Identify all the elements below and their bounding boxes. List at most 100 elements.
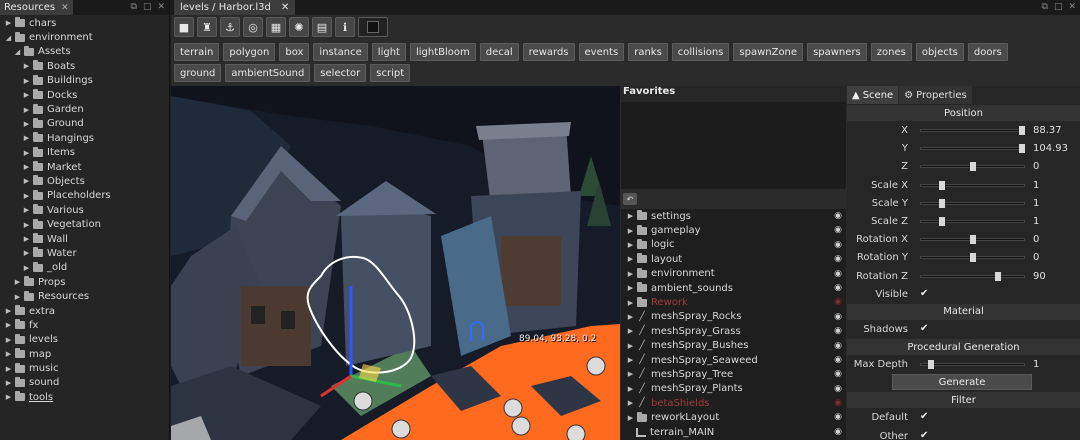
tree-item[interactable]: ▶ Market [0,160,169,174]
collapsed-arrow-icon[interactable]: ▶ [22,106,31,114]
property-value[interactable]: 90 [1033,271,1046,282]
slider-knob[interactable] [969,253,976,263]
category-button-zones[interactable]: zones [870,43,912,61]
camera-icon[interactable]: ■ [174,17,194,37]
collapsed-arrow-icon[interactable]: ▶ [626,342,635,350]
eye-icon[interactable]: ◉ [834,341,842,351]
anchor-icon[interactable]: ⚓ [220,17,240,37]
slider-knob[interactable] [1018,144,1025,154]
collapsed-arrow-icon[interactable]: ▶ [626,399,635,407]
category-button-script[interactable]: script [370,64,411,82]
layer-row[interactable]: ▶ ╱ meshSpray_Bushes ◉ [621,339,846,353]
generate-button[interactable]: Generate [892,374,1032,391]
map-icon[interactable]: ▤ [312,17,332,37]
tree-item[interactable]: ◢ environment [0,30,169,44]
detach-icon[interactable]: ⧉ [1042,2,1048,12]
eye-icon[interactable]: ◉ [834,427,842,437]
eye-icon[interactable]: ◉ [834,211,842,221]
undo-icon[interactable]: ↶ [623,193,637,205]
eye-icon[interactable]: ◉ [834,326,842,336]
category-button-spawnZone[interactable]: spawnZone [733,43,804,61]
max-depth-value[interactable]: 1 [1033,359,1039,370]
collapsed-arrow-icon[interactable]: ▶ [22,249,31,257]
tab-resources[interactable]: Resources ✕ [0,0,73,15]
property-slider[interactable] [920,180,1025,190]
collapsed-arrow-icon[interactable]: ▶ [4,365,13,373]
tree-item[interactable]: ▶ Ground [0,117,169,131]
shadows-checkbox[interactable]: ✔ [920,323,928,334]
eye-icon[interactable]: ◉ [834,240,842,250]
tree-item[interactable]: ▶ Garden [0,102,169,116]
category-button-light[interactable]: light [371,43,406,61]
layer-row[interactable]: ▶ environment ◉ [621,267,846,281]
collapsed-arrow-icon[interactable]: ▶ [4,336,13,344]
visible-checkbox[interactable]: ✔ [920,288,928,299]
tree-item[interactable]: ▶ Items [0,146,169,160]
category-button-decal[interactable]: decal [479,43,519,61]
collapsed-arrow-icon[interactable]: ▶ [22,177,31,185]
category-button-box[interactable]: box [279,43,310,61]
property-value[interactable]: 88.37 [1033,125,1062,136]
property-value[interactable]: 1 [1033,198,1039,209]
eye-icon[interactable]: ◉ [834,355,842,365]
property-slider[interactable] [920,198,1025,208]
tree-item[interactable]: ▶ Docks [0,88,169,102]
layer-row[interactable]: ▶ logic ◉ [621,238,846,252]
collapsed-arrow-icon[interactable]: ▶ [626,284,635,292]
close-icon[interactable]: ✕ [281,2,289,13]
tree-item[interactable]: ◢ Assets [0,45,169,59]
collapsed-arrow-icon[interactable]: ▶ [626,241,635,249]
layer-row[interactable]: ▶ ambient_sounds ◉ [621,281,846,295]
collapsed-arrow-icon[interactable]: ▶ [22,91,31,99]
tree-item[interactable]: ▶ Props [0,275,169,289]
eye-icon[interactable]: ◉ [834,312,842,322]
eye-icon[interactable]: ◉ [834,283,842,293]
category-button-ranks[interactable]: ranks [628,43,668,61]
close-icon[interactable]: ✕ [1068,2,1076,12]
collapsed-arrow-icon[interactable]: ▶ [4,379,13,387]
property-value[interactable]: 0 [1033,252,1039,263]
eye-icon[interactable]: ◉ [834,254,842,264]
tree-item[interactable]: ▶ Buildings [0,74,169,88]
property-value[interactable]: 104.93 [1033,143,1068,154]
property-value[interactable]: 0 [1033,161,1039,172]
collapsed-arrow-icon[interactable]: ▶ [626,227,635,235]
tree-item[interactable]: ▶ map [0,347,169,361]
collapsed-arrow-icon[interactable]: ▶ [22,221,31,229]
detach-icon[interactable]: ⧉ [131,2,137,12]
target-icon[interactable]: ◎ [243,17,263,37]
slider-knob[interactable] [938,198,945,208]
collapsed-arrow-icon[interactable]: ▶ [13,293,22,301]
collapsed-arrow-icon[interactable]: ▶ [22,192,31,200]
close-icon[interactable]: ✕ [61,3,69,13]
grid-icon[interactable]: ▦ [266,17,286,37]
category-button-instance[interactable]: instance [313,43,368,61]
collapsed-arrow-icon[interactable]: ▶ [4,307,13,315]
collapsed-arrow-icon[interactable]: ▶ [626,370,635,378]
category-button-lightBloom[interactable]: lightBloom [409,43,476,61]
property-slider[interactable] [920,271,1025,281]
layer-row[interactable]: terrain_MAIN ◉ [621,425,846,439]
eye-icon[interactable]: ◉ [834,225,842,235]
property-value[interactable]: 0 [1033,234,1039,245]
category-button-selector[interactable]: selector [314,64,367,82]
eye-icon[interactable]: ◉ [834,369,842,379]
property-value[interactable]: 1 [1033,216,1039,227]
property-slider[interactable] [920,216,1025,226]
category-button-polygon[interactable]: polygon [223,43,276,61]
collapsed-arrow-icon[interactable]: ▶ [626,327,635,335]
layer-row[interactable]: ▶ ╱ meshSpray_Grass ◉ [621,324,846,338]
collapsed-arrow-icon[interactable]: ▶ [626,356,635,364]
slider-knob[interactable] [938,180,945,190]
tree-item[interactable]: ▶ Hangings [0,131,169,145]
slider-knob[interactable] [995,271,1002,281]
color-swatch-icon[interactable] [358,17,388,37]
property-slider[interactable] [920,235,1025,245]
property-slider[interactable] [920,162,1025,172]
layer-row[interactable]: ▶ Rework ◉ [621,295,846,309]
property-slider[interactable] [920,126,1025,135]
tree-item[interactable]: ▶ Placeholders [0,189,169,203]
tree-item[interactable]: ▶ Water [0,246,169,260]
category-button-ground[interactable]: ground [174,64,222,82]
layer-row[interactable]: ▶ ╱ meshSpray_Plants ◉ [621,382,846,396]
